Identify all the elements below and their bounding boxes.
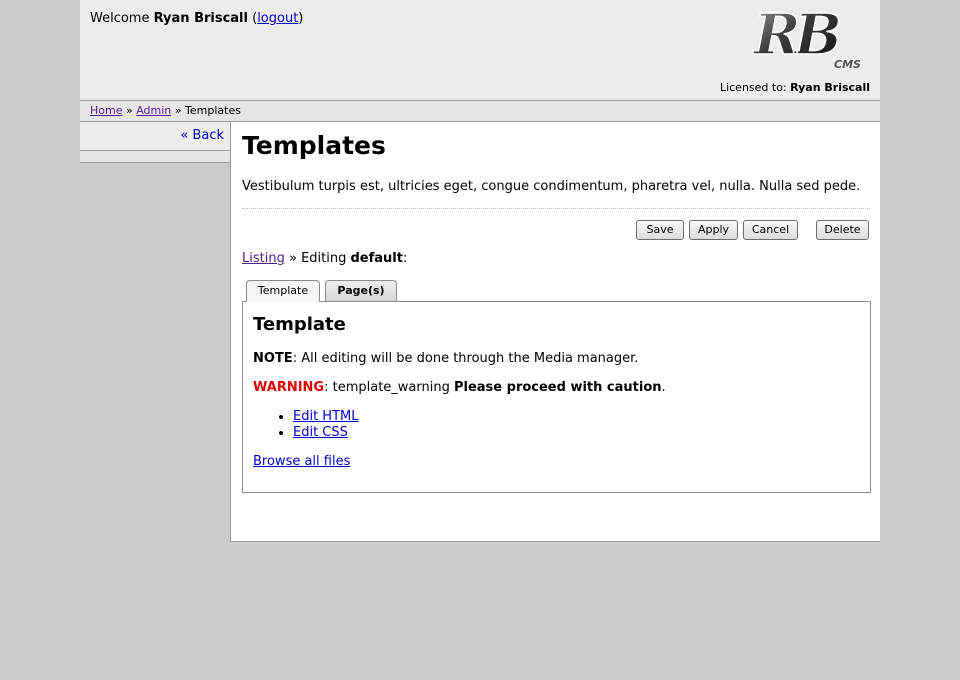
- editing-suffix: :: [402, 251, 408, 266]
- logo-mark: RB: [752, 4, 840, 68]
- warning-emphasis: Please proceed with caution: [453, 380, 662, 395]
- page-intro: Vestibulum turpis est, ultricies eget, c…: [242, 179, 861, 194]
- edit-css-link[interactable]: Edit CSS: [293, 425, 348, 440]
- warning-label: WARNING: [253, 380, 325, 395]
- cancel-button[interactable]: Cancel: [743, 220, 798, 240]
- breadcrumb-home[interactable]: Home: [90, 104, 122, 117]
- logo-subtext: CMS: [834, 58, 861, 71]
- divider: [242, 208, 870, 209]
- editing-prefix: Editing: [301, 251, 347, 266]
- license-info: Licensed to: Ryan Briscall: [720, 81, 870, 94]
- warning-message: WARNING: template_warning Please proceed…: [253, 380, 666, 395]
- note-label: NOTE: [253, 351, 293, 366]
- editing-breadcrumb: Listing » Editing default:: [242, 251, 407, 266]
- sidebar-footer: [80, 151, 230, 163]
- page-title: Templates: [242, 131, 386, 160]
- list-item: Edit CSS: [293, 425, 358, 441]
- listing-separator: »: [288, 251, 297, 266]
- save-button[interactable]: Save: [636, 220, 684, 240]
- list-item: Edit HTML: [293, 409, 358, 425]
- back-link[interactable]: « Back: [180, 128, 224, 143]
- licensed-name: Ryan Briscall: [790, 81, 870, 94]
- breadcrumb-separator: »: [174, 104, 182, 117]
- breadcrumb-current: Templates: [185, 104, 241, 117]
- tab-panel-template: Template NOTE: All editing will be done …: [242, 301, 871, 493]
- breadcrumb: Home » Admin » Templates: [80, 100, 880, 122]
- note-text: : All editing will be done through the M…: [292, 351, 639, 366]
- warning-end: .: [661, 380, 666, 395]
- licensed-label: Licensed to:: [719, 81, 787, 94]
- welcome-message: Welcome Ryan Briscall (logout): [90, 11, 304, 26]
- edit-html-link[interactable]: Edit HTML: [293, 409, 358, 424]
- welcome-user-name: Ryan Briscall: [153, 11, 248, 26]
- logout-link[interactable]: logout: [257, 11, 298, 26]
- listing-link[interactable]: Listing: [242, 251, 285, 266]
- note-message: NOTE: All editing will be done through t…: [253, 351, 638, 366]
- edit-links-list: Edit HTML Edit CSS: [253, 409, 358, 441]
- rb-cms-logo: RB CMS: [752, 4, 861, 71]
- delete-button[interactable]: Delete: [816, 220, 869, 240]
- breadcrumb-separator: »: [125, 104, 133, 117]
- warning-text: : template_warning: [324, 380, 454, 395]
- welcome-prefix: Welcome: [90, 11, 150, 26]
- tab-template[interactable]: Template: [246, 280, 320, 302]
- breadcrumb-admin[interactable]: Admin: [136, 104, 171, 117]
- header: Welcome Ryan Briscall (logout) RB CMS Li…: [80, 0, 880, 100]
- panel-title: Template: [253, 314, 346, 335]
- tab-pages[interactable]: Page(s): [325, 280, 397, 301]
- main-content: Templates Vestibulum turpis est, ultrici…: [230, 122, 880, 542]
- editing-item-name: default: [350, 251, 403, 266]
- browse-all-files-link[interactable]: Browse all files: [253, 454, 350, 469]
- apply-button[interactable]: Apply: [689, 220, 738, 240]
- sidebar: « Back: [80, 122, 230, 151]
